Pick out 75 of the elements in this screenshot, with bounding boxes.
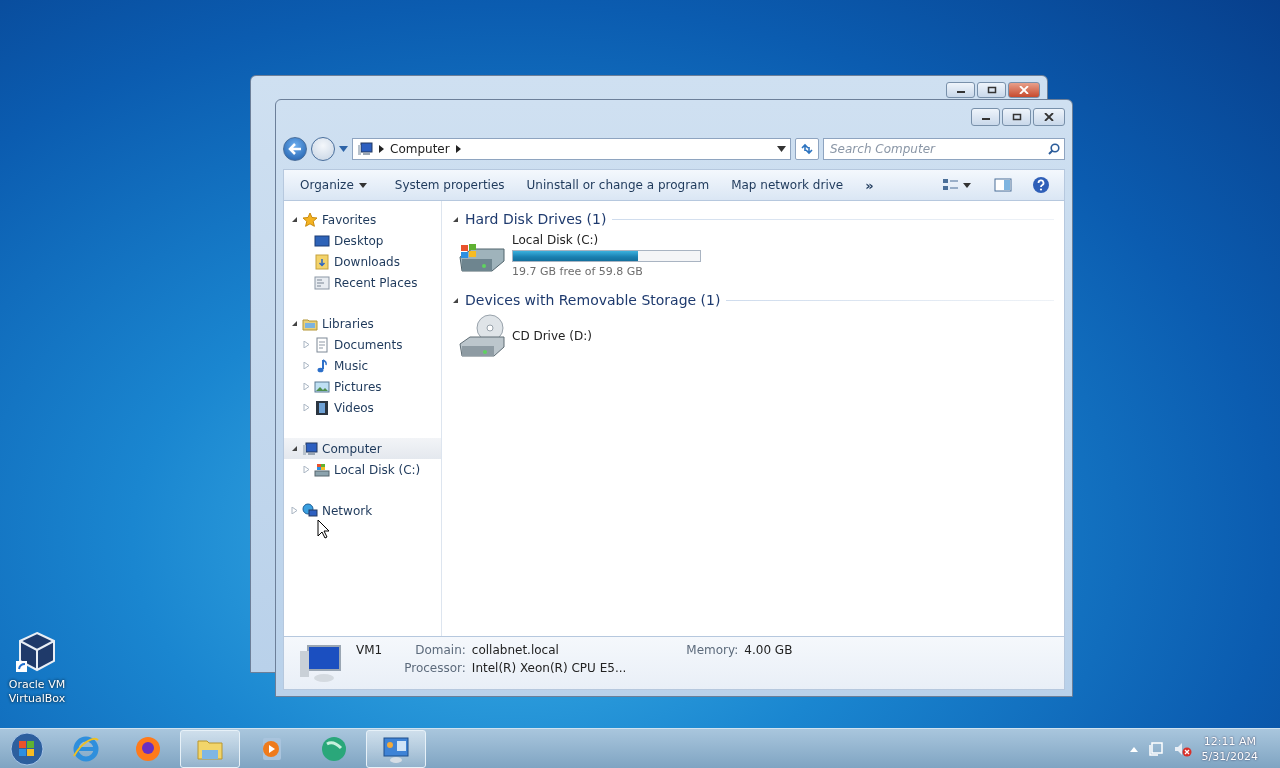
- breadcrumb-arrow-icon[interactable]: [379, 145, 384, 153]
- drive-name[interactable]: CD Drive (D:): [512, 329, 592, 343]
- minimize-button[interactable]: [946, 82, 975, 98]
- back-button[interactable]: [283, 137, 307, 161]
- desktop-icon-label[interactable]: Oracle VM VirtualBox: [4, 678, 70, 706]
- close-icon: [1019, 86, 1029, 94]
- folder-download-icon: [314, 253, 330, 270]
- expanded-triangle-icon[interactable]: [452, 296, 459, 304]
- computer-icon: [298, 643, 342, 683]
- monitor-icon: [314, 232, 330, 249]
- nav-tree-item[interactable]: Documents: [284, 334, 441, 355]
- caret-icon: [358, 182, 367, 188]
- nav-tree-item[interactable]: Downloads: [284, 251, 441, 272]
- field-value: Intel(R) Xeon(R) CPU E5...: [471, 661, 627, 675]
- close-button[interactable]: [1033, 108, 1065, 126]
- toolbar-button[interactable]: Map network drive: [723, 174, 852, 196]
- windows-orb-icon: [10, 731, 44, 766]
- taskbar-app-button[interactable]: [366, 729, 426, 768]
- free-space-text: 19.7 GB free of 59.8 GB: [512, 265, 644, 278]
- back-arrow-icon: [288, 143, 302, 155]
- dropdown-caret-icon[interactable]: [777, 146, 786, 152]
- computer-icon: [357, 141, 373, 157]
- drive-name[interactable]: Local Disk (C:): [512, 233, 701, 247]
- refresh-icon: [800, 143, 814, 155]
- maximize-icon: [986, 86, 997, 94]
- cd-drive-icon: [458, 314, 506, 358]
- forward-button[interactable]: [311, 137, 335, 161]
- nav-tree-item[interactable]: Videos: [284, 397, 441, 418]
- nav-tree-item[interactable]: Desktop: [284, 230, 441, 251]
- group-heading[interactable]: Devices with Removable Storage (1): [465, 292, 721, 308]
- windows-drive-icon: [314, 461, 330, 478]
- nav-tree-item[interactable]: Libraries: [284, 313, 441, 334]
- expanded-triangle-icon[interactable]: [290, 445, 298, 452]
- recent-places-icon: [314, 274, 330, 291]
- nav-tree-item[interactable]: Pictures: [284, 376, 441, 397]
- toolbar-button[interactable]: Uninstall or change a program: [518, 174, 718, 196]
- field-value: 4.00 GB: [744, 643, 793, 657]
- star-icon: [302, 211, 318, 228]
- toolbar-menu-button[interactable]: Organize: [292, 174, 375, 196]
- computer-name: VM1: [356, 643, 383, 657]
- computer-icon: [302, 440, 318, 457]
- toolbar-button[interactable]: System properties: [386, 174, 513, 196]
- expanded-triangle-icon[interactable]: [290, 320, 298, 327]
- network-globe-icon: [302, 502, 318, 519]
- breadcrumb[interactable]: Computer: [390, 142, 450, 156]
- search-field[interactable]: Search Computer: [823, 138, 1065, 160]
- nav-tree-item[interactable]: Local Disk (C:): [284, 459, 441, 480]
- expanded-triangle-icon[interactable]: [452, 215, 459, 223]
- nav-tree-item[interactable]: Music: [284, 355, 441, 376]
- field-value: collabnet.local: [471, 643, 560, 657]
- help-icon[interactable]: [1032, 176, 1050, 194]
- film-icon: [314, 399, 330, 416]
- breadcrumb-arrow-icon[interactable]: [455, 145, 461, 153]
- field-label: Processor:: [404, 661, 466, 675]
- maximize-icon: [1011, 113, 1022, 121]
- expanded-triangle-icon[interactable]: [290, 216, 298, 223]
- address-bar[interactable]: Computer: [352, 138, 791, 160]
- nav-tree-item[interactable]: Recent Places: [284, 272, 441, 293]
- mouse-pointer-icon: [317, 519, 330, 539]
- maximize-button[interactable]: [1002, 108, 1031, 126]
- minimize-button[interactable]: [971, 108, 1000, 126]
- more-commands-button[interactable]: »: [857, 173, 882, 197]
- nav-tree-item[interactable]: Favorites: [284, 209, 441, 230]
- nav-tree-item[interactable]: Network: [284, 500, 441, 521]
- refresh-button[interactable]: [795, 138, 819, 160]
- picture-icon: [314, 378, 330, 395]
- maximize-button[interactable]: [977, 82, 1006, 98]
- view-options-icon[interactable]: [942, 178, 972, 192]
- group-heading[interactable]: Hard Disk Drives (1): [465, 211, 607, 227]
- search-icon[interactable]: [1048, 143, 1060, 155]
- close-icon: [1044, 113, 1054, 121]
- document-icon: [314, 336, 330, 353]
- field-label: Memory:: [686, 643, 739, 657]
- field-label: Domain:: [414, 643, 466, 657]
- nav-tree-item[interactable]: Computer: [284, 438, 441, 459]
